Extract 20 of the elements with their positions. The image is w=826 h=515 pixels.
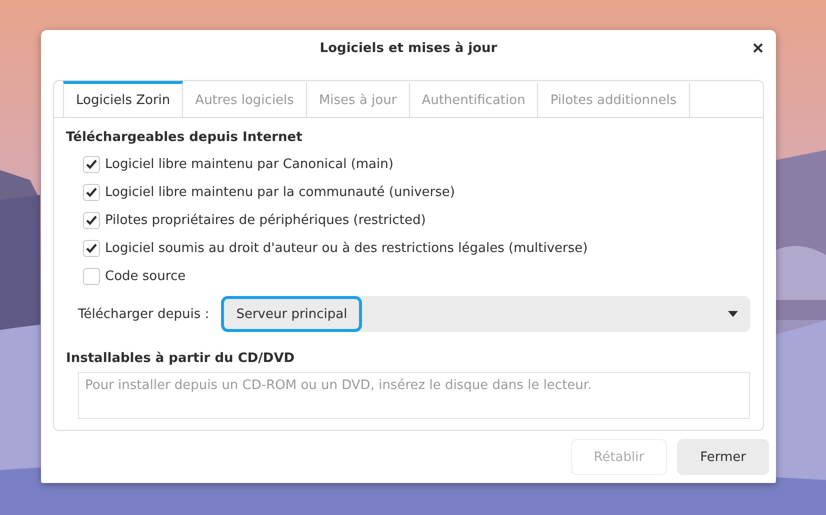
checkbox[interactable] [83, 184, 100, 200]
checkbox[interactable] [83, 156, 100, 172]
tab[interactable]: Logiciels Zorin [63, 81, 184, 117]
close-icon[interactable] [752, 42, 764, 54]
server-dropdown[interactable]: Serveur principal [221, 296, 750, 332]
download-label: Télécharger depuis : [78, 306, 210, 322]
checkbox[interactable] [83, 212, 100, 228]
cd-message-box: Pour installer depuis un CD-ROM ou un DVD, insérez le disque dans le lecteur. [78, 372, 750, 419]
checkbox[interactable] [83, 240, 100, 256]
checkbox-label: Logiciel libre maintenu par Canonical (main) [105, 156, 394, 172]
section-heading: Téléchargeables depuis Internet [66, 130, 304, 145]
checkbox-label: Logiciel libre maintenu par la communauté (universe) [105, 184, 455, 200]
close-button[interactable]: Fermer [677, 439, 769, 475]
checkbox[interactable] [83, 268, 100, 284]
section-heading: Installables à partir du CD/DVD [66, 351, 296, 366]
checkbox-label: Pilotes propriétaires de périphériques (restricted) [105, 212, 426, 228]
window-title: Logiciels et mises à jour [320, 40, 498, 56]
checkbox-label: Logiciel soumis au droit d'auteur ou à des restrictions légales (multiverse) [105, 240, 588, 256]
checkbox-label: Code source [105, 268, 186, 284]
dropdown-arrow-icon [728, 311, 738, 317]
